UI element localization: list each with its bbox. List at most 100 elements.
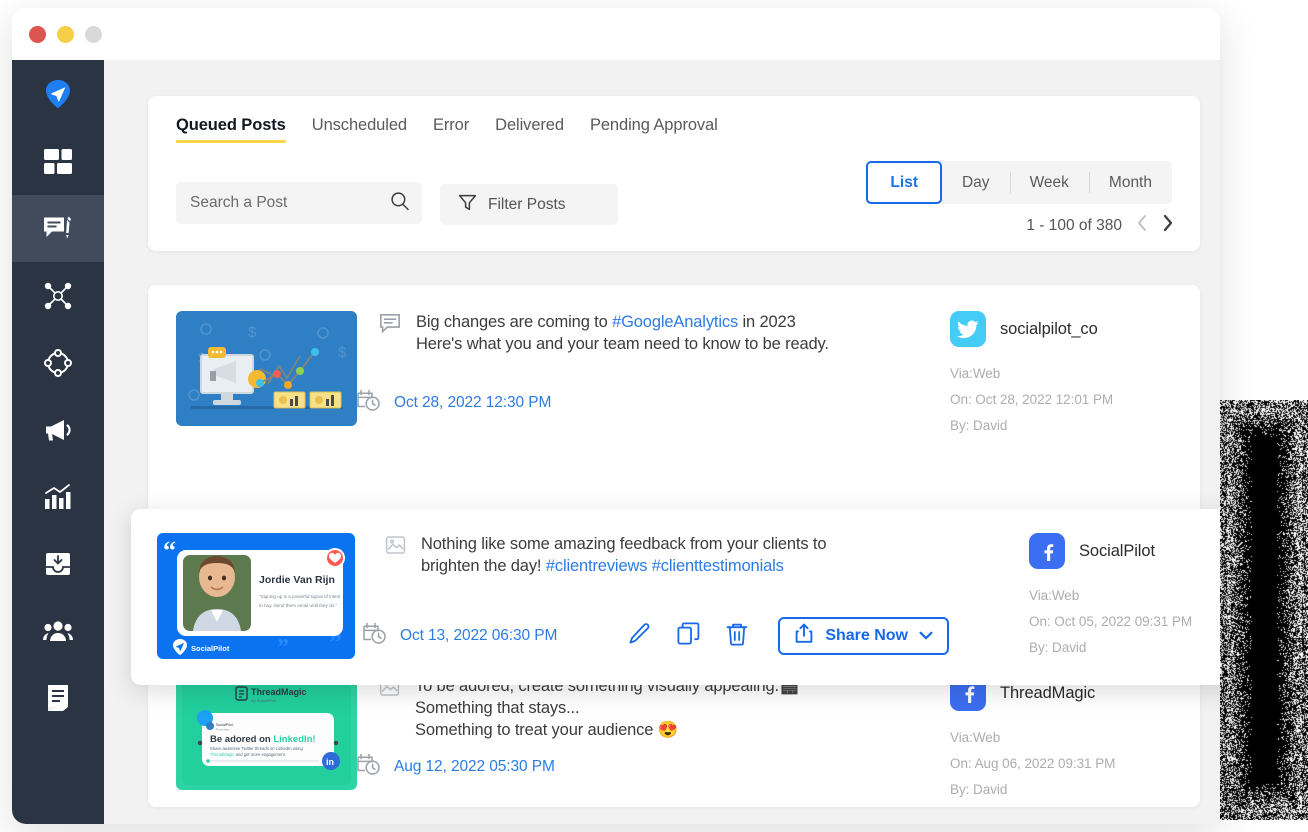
post-thumbnail[interactable]: $ $ $ [176, 311, 357, 426]
view-mode-switch: List Day Week Month [866, 161, 1172, 204]
decorative-noise-block [1220, 400, 1308, 820]
megaphone-icon [43, 418, 73, 442]
tab-unscheduled[interactable]: Unscheduled [312, 116, 433, 147]
svg-text:SocialPilot: SocialPilot [191, 644, 230, 653]
sidebar-item-team[interactable] [12, 597, 104, 664]
post-created-on: On: Oct 28, 2022 12:01 PM [950, 392, 1172, 407]
svg-text:By SocialPilot: By SocialPilot [251, 698, 276, 703]
post-via: Via:Web [950, 730, 1172, 745]
filter-funnel-icon [458, 193, 477, 217]
schedule-calendar-clock-icon [357, 389, 381, 417]
post-hashtag[interactable]: #GoogleAnalytics [612, 313, 738, 331]
account-name: SocialPilot [1079, 542, 1155, 561]
page-range-label: 1 - 100 of 380 [1026, 217, 1122, 235]
share-now-label: Share Now [825, 627, 908, 645]
account-name: socialpilot_co [1000, 320, 1098, 339]
browser-window: Queued Posts Unscheduled Error Delivered… [12, 8, 1220, 824]
close-window-dot[interactable] [29, 26, 46, 43]
post-account-meta: ThreadMagic Via:Web On: Aug 06, 2022 09:… [940, 675, 1172, 783]
svg-text:Be adored on LinkedIn!: Be adored on LinkedIn! [210, 734, 316, 745]
view-option-month[interactable]: Month [1089, 161, 1172, 204]
paper-plane-logo-icon [43, 79, 73, 109]
threadmagic-card: ThreadMagic By SocialPilot in SocialPilo… [176, 675, 357, 790]
sidebar-item-reports[interactable] [12, 664, 104, 731]
sidebar-item-logo[interactable] [12, 60, 104, 128]
post-text-line2: Something that stays... [415, 699, 579, 717]
post-row-selected[interactable]: “ ” ” Jordie Van Rijn "Signing up is a p… [131, 509, 1220, 685]
post-text-segment: in 2023 [738, 313, 796, 331]
svg-text:”: ” [277, 635, 289, 659]
post-via: Via:Web [950, 366, 1172, 381]
posts-list-card: $ $ $ [148, 285, 1200, 807]
sidebar-item-connections[interactable] [12, 262, 104, 329]
svg-text:Promoted: Promoted [216, 728, 229, 732]
post-hashtag[interactable]: #clientreviews [546, 557, 648, 575]
pagination: 1 - 100 of 380 [1026, 214, 1174, 237]
sidebar-item-campaigns[interactable] [12, 396, 104, 463]
scheduled-time: Oct 13, 2022 06:30 PM [400, 627, 557, 645]
post-created-on: On: Oct 05, 2022 09:31 PM [1029, 614, 1220, 629]
post-thumbnail[interactable]: ThreadMagic By SocialPilot in SocialPilo… [176, 675, 357, 790]
sidebar-item-dashboard[interactable] [12, 128, 104, 195]
text-post-icon [379, 313, 401, 339]
tab-queued-posts[interactable]: Queued Posts [176, 116, 312, 147]
post-footer: Oct 28, 2022 12:30 PM [357, 389, 940, 417]
pagination-next-button[interactable] [1162, 214, 1174, 237]
app-sidebar [12, 60, 104, 824]
post-hashtag[interactable]: #clienttestimonials [652, 557, 784, 575]
search-post-box[interactable] [176, 182, 422, 224]
analytics-chart-icon [44, 484, 72, 510]
duplicate-icon[interactable] [677, 622, 700, 650]
sidebar-item-inbox[interactable] [12, 530, 104, 597]
view-option-week[interactable]: Week [1010, 161, 1089, 204]
post-created-by: By: David [1029, 640, 1220, 655]
pagination-prev-button[interactable] [1136, 214, 1148, 237]
edit-pencil-icon[interactable] [627, 622, 651, 651]
post-content: Big changes are coming to #GoogleAnalyti… [357, 311, 940, 419]
svg-text:Share awesome Twitter threads: Share awesome Twitter threads on LinkedI… [210, 746, 303, 751]
window-titlebar [12, 8, 1220, 60]
post-text: Nothing like some amazing feedback from … [421, 533, 841, 578]
scheduled-time: Oct 28, 2022 12:30 PM [394, 394, 551, 412]
post-account-meta: socialpilot_co Via:Web On: Oct 28, 2022 … [940, 311, 1172, 419]
inbox-download-icon [45, 551, 71, 577]
main-content: Queued Posts Unscheduled Error Delivered… [104, 60, 1220, 824]
sidebar-item-posts[interactable] [12, 195, 104, 262]
post-account-meta: SocialPilot Via:Web On: Oct 05, 2022 09:… [1019, 533, 1220, 661]
delete-trash-icon[interactable] [726, 622, 748, 651]
view-option-list[interactable]: List [866, 161, 942, 204]
sidebar-item-analytics[interactable] [12, 463, 104, 530]
tab-pending-approval[interactable]: Pending Approval [590, 116, 744, 147]
view-option-day[interactable]: Day [942, 161, 1010, 204]
svg-text:$: $ [338, 344, 347, 361]
post-created-by: By: David [950, 782, 1172, 797]
post-footer: Aug 12, 2022 05:30 PM [357, 753, 940, 781]
post-thumbnail[interactable]: “ ” ” Jordie Van Rijn "Signing up is a p… [157, 533, 355, 659]
twitter-icon [950, 311, 986, 347]
post-row-actions [627, 622, 748, 651]
svg-text:"Signing up is a powerful sign: "Signing up is a powerful signal of inte… [259, 594, 341, 599]
compose-post-icon [43, 215, 73, 243]
filter-posts-button[interactable]: Filter Posts [440, 184, 618, 225]
post-text-line3: Something to treat your audience 😍 [415, 721, 678, 739]
search-icon[interactable] [390, 191, 410, 216]
team-users-icon [43, 620, 73, 642]
share-now-button[interactable]: Share Now [778, 617, 949, 655]
dashboard-grid-icon [44, 149, 72, 175]
posts-header-card: Queued Posts Unscheduled Error Delivered… [148, 96, 1200, 251]
image-post-icon [385, 535, 406, 560]
svg-text:Jordie Van Rijn: Jordie Van Rijn [259, 574, 335, 586]
tab-error[interactable]: Error [433, 116, 495, 147]
maximize-window-dot[interactable] [85, 26, 102, 43]
report-document-icon [45, 684, 71, 712]
post-row[interactable]: $ $ $ [148, 285, 1200, 445]
minimize-window-dot[interactable] [57, 26, 74, 43]
search-input[interactable] [190, 194, 390, 212]
post-created-by: By: David [950, 418, 1172, 433]
post-content: To be adored, create something visually … [357, 675, 940, 783]
facebook-icon [1029, 533, 1065, 569]
account-name: ThreadMagic [1000, 684, 1095, 703]
sidebar-item-discovery[interactable] [12, 329, 104, 396]
svg-text:$: $ [248, 324, 257, 341]
tab-delivered[interactable]: Delivered [495, 116, 590, 147]
